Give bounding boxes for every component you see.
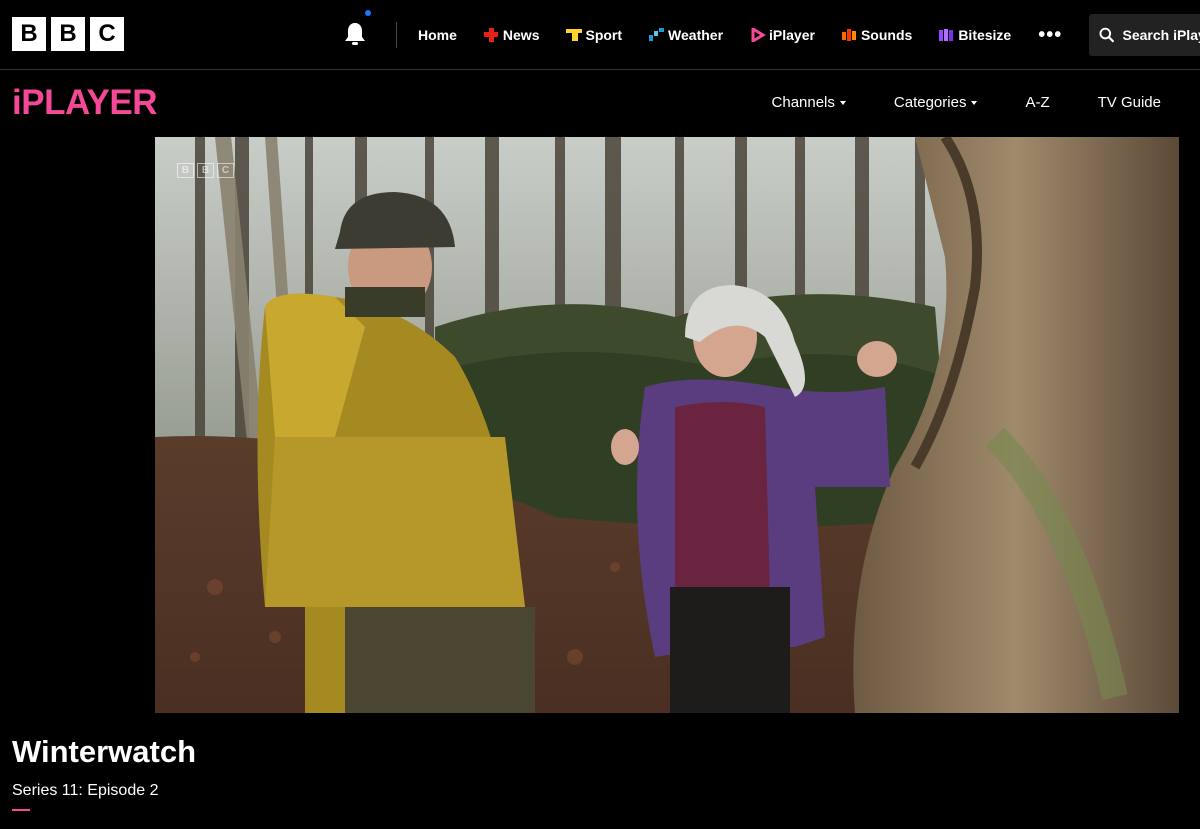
nav-sounds[interactable]: Sounds: [841, 27, 913, 43]
bbc-logo[interactable]: B B C: [12, 17, 124, 51]
watermark-letter: B: [197, 163, 214, 178]
nav-label: Home: [418, 27, 457, 43]
divider: [396, 22, 397, 48]
bbc-logo-letter: C: [90, 17, 124, 51]
nav-bitesize[interactable]: Bitesize: [939, 27, 1011, 43]
iplayer-logo[interactable]: iPLAYER: [12, 83, 157, 123]
nav-label: Channels: [771, 93, 835, 111]
nav-channels[interactable]: Channels: [772, 94, 846, 111]
nav-home[interactable]: Home: [418, 27, 457, 43]
programme-title: Winterwatch: [12, 734, 197, 769]
search-label: Search iPlayer: [1122, 27, 1200, 43]
global-nav: Home News Sport Weather iPlayer Sounds B…: [418, 0, 1088, 70]
watermark-letter: C: [217, 163, 234, 178]
weather-icon: [649, 28, 665, 42]
episode-label: Series 11: Episode 2: [12, 782, 159, 799]
nav-label: A-Z: [1025, 93, 1050, 111]
nav-label: TV Guide: [1097, 93, 1161, 111]
notification-dot: [365, 10, 371, 16]
iplayer-header: iPLAYER Channels Categories A-Z TV Guide: [0, 71, 1200, 136]
video-player[interactable]: B B C: [155, 137, 1179, 713]
nav-label: Bitesize: [958, 27, 1012, 43]
nav-label: Sounds: [860, 27, 913, 43]
video-frame: [155, 137, 1179, 713]
watermark-letter: B: [177, 163, 194, 178]
news-icon: [483, 28, 500, 42]
chevron-down-icon: [971, 101, 978, 105]
notifications-bell-icon[interactable]: [342, 20, 368, 48]
more-menu-icon[interactable]: •••: [1038, 24, 1062, 47]
sounds-icon: [841, 28, 858, 42]
search-box[interactable]: Search iPlayer: [1089, 14, 1200, 56]
bbc-logo-letter: B: [51, 17, 85, 51]
nav-a-z[interactable]: A-Z: [1025, 94, 1049, 111]
nav-label: iPlayer: [769, 27, 815, 43]
bbc-global-header: B B C Home News Sport Weather iPlayer So…: [0, 0, 1200, 70]
nav-iplayer[interactable]: iPlayer: [750, 26, 815, 44]
nav-categories[interactable]: Categories: [894, 94, 978, 111]
nav-label: Categories: [893, 93, 967, 111]
nav-sport[interactable]: Sport: [566, 27, 622, 43]
nav-label: Weather: [668, 27, 724, 43]
nav-label: Sport: [585, 27, 623, 43]
chevron-down-icon: [839, 101, 846, 105]
search-icon: [1099, 27, 1115, 43]
bbc-logo-letter: B: [12, 17, 46, 51]
iplayer-nav: Channels Categories A-Z TV Guide: [724, 71, 1161, 133]
bitesize-icon: [939, 28, 955, 42]
nav-tv-guide[interactable]: TV Guide: [1098, 94, 1161, 111]
bbc-watermark: B B C: [177, 163, 234, 178]
iplayer-icon: [750, 26, 766, 44]
sport-icon: [566, 28, 583, 42]
nav-news[interactable]: News: [483, 27, 540, 43]
nav-label: News: [502, 27, 540, 43]
accent-underline: [12, 809, 30, 811]
nav-weather[interactable]: Weather: [649, 27, 723, 43]
